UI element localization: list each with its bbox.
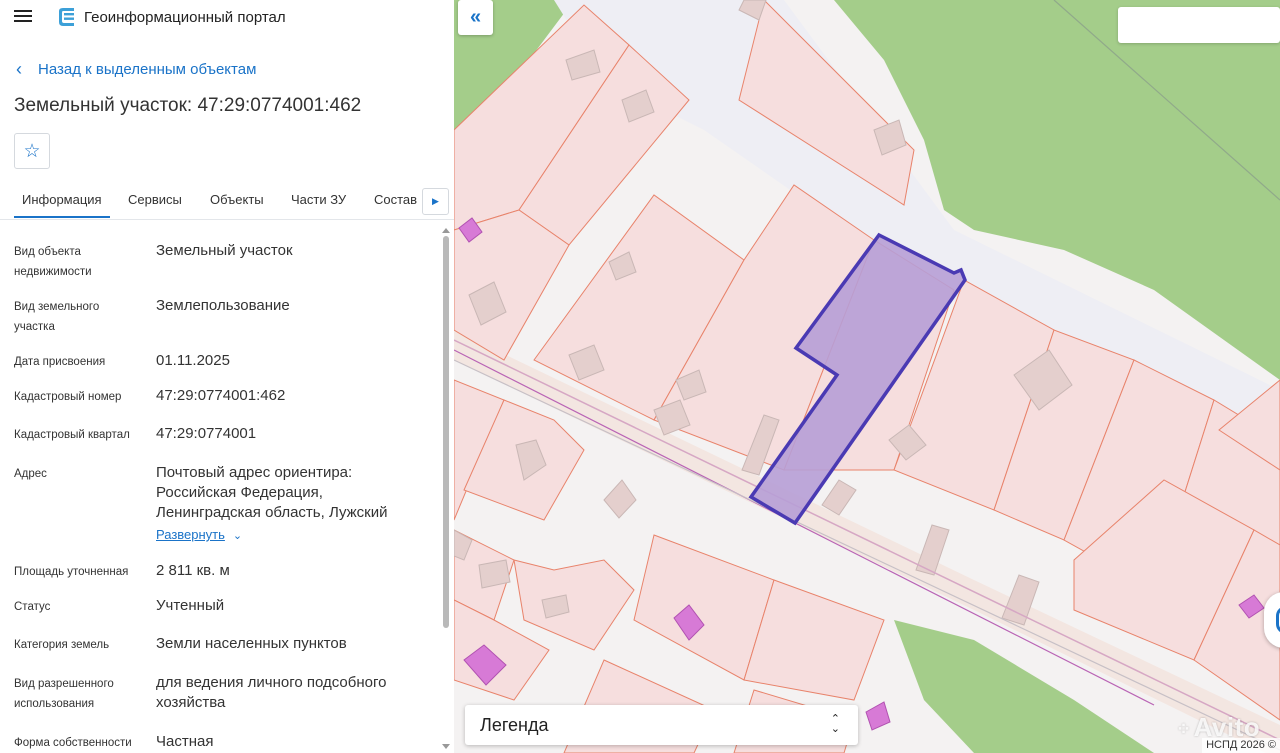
panel-scrollbar[interactable] xyxy=(440,224,452,753)
top-bar: Геоинформационный портал xyxy=(0,0,454,36)
chevron-down-icon: ⌄ xyxy=(232,530,243,542)
scroll-up-arrow-icon[interactable] xyxy=(442,228,450,233)
property-value: 47:29:0774001 xyxy=(156,425,257,442)
sort-arrows-icon: ⌃ ⌄ xyxy=(830,713,840,735)
layers-logo-icon xyxy=(59,8,74,26)
chevron-left-icon: ‹ xyxy=(16,58,22,79)
double-chevron-left-icon: « xyxy=(469,6,482,28)
property-value: Земли населенных пунктов xyxy=(156,635,347,652)
tab-parts[interactable]: Части ЗУ xyxy=(291,186,346,218)
property-value: 2 811 кв. м xyxy=(156,562,230,579)
parcel[interactable] xyxy=(513,559,635,651)
favorite-button[interactable]: ☆ xyxy=(14,133,50,169)
property-label: Кадастровый квартал xyxy=(14,429,130,441)
tabs-scroll-right-button[interactable]: ▶ xyxy=(422,188,449,215)
property-value: Учтенный xyxy=(156,597,225,614)
map-canvas[interactable] xyxy=(454,0,1280,753)
legend-dropdown[interactable]: Легенда ⌃ ⌄ xyxy=(465,705,858,745)
map-search-input[interactable] xyxy=(1118,7,1280,43)
tab-objects[interactable]: Объекты xyxy=(210,186,264,218)
tab-bar: Информация Сервисы Объекты Части ЗУ Сост… xyxy=(0,186,454,220)
structure xyxy=(865,701,891,731)
expand-label: Развернуть xyxy=(156,527,225,542)
property-label: Форма собственности xyxy=(14,737,132,749)
portal-title: Геоинформационный портал xyxy=(84,9,286,26)
tab-services[interactable]: Сервисы xyxy=(128,186,182,218)
property-label: Категория земель xyxy=(14,639,110,651)
tab-composition[interactable]: Состав xyxy=(374,186,417,218)
caret-right-icon: ▶ xyxy=(432,196,439,206)
green-area xyxy=(894,620,1154,753)
star-icon: ☆ xyxy=(23,140,41,162)
cadastral-map[interactable] xyxy=(454,0,1280,753)
property-label: Вид объекта недвижимости xyxy=(14,246,92,278)
property-label: Вид разрешенного использования xyxy=(14,678,114,710)
property-value: Земельный участок xyxy=(156,242,293,259)
object-title: Земельный участок: 47:29:0774001:462 xyxy=(14,95,362,116)
property-value: 47:29:0774001:462 xyxy=(156,387,286,404)
property-value: 01.11.2025 xyxy=(156,352,230,369)
property-label: Кадастровый номер xyxy=(14,391,122,403)
back-link-label: Назад к выделенным объектам xyxy=(38,60,257,78)
property-value: Почтовый адрес ориентира: Российская Фед… xyxy=(156,464,388,521)
tab-information[interactable]: Информация xyxy=(14,186,110,218)
hamburger-menu-icon[interactable] xyxy=(14,8,38,28)
property-value: Частная xyxy=(156,733,214,750)
legend-label: Легенда xyxy=(480,715,549,735)
scroll-down-arrow-icon[interactable] xyxy=(442,744,450,749)
map-credit: НСПД 2026 © xyxy=(1202,738,1280,753)
property-label: Статус xyxy=(14,601,51,613)
property-label: Адрес xyxy=(14,468,47,480)
expand-address-link[interactable]: Развернуть ⌄ xyxy=(156,527,242,542)
property-value: для ведения личного подсобного хозяйства xyxy=(156,674,387,711)
back-to-selected-link[interactable]: ‹ Назад к выделенным объектам xyxy=(16,58,256,80)
property-label: Площадь уточненная xyxy=(14,566,129,578)
property-value: Землепользование xyxy=(156,297,290,314)
scrollbar-thumb[interactable] xyxy=(443,236,449,628)
property-label: Вид земельного участка xyxy=(14,301,100,333)
property-label: Дата присвоения xyxy=(14,356,106,368)
info-panel: Геоинформационный портал ‹ Назад к выдел… xyxy=(0,0,454,753)
building xyxy=(603,479,637,519)
collapse-panel-button[interactable]: « xyxy=(458,0,493,35)
watermark-logo-icon: ⁘ xyxy=(1176,718,1192,739)
